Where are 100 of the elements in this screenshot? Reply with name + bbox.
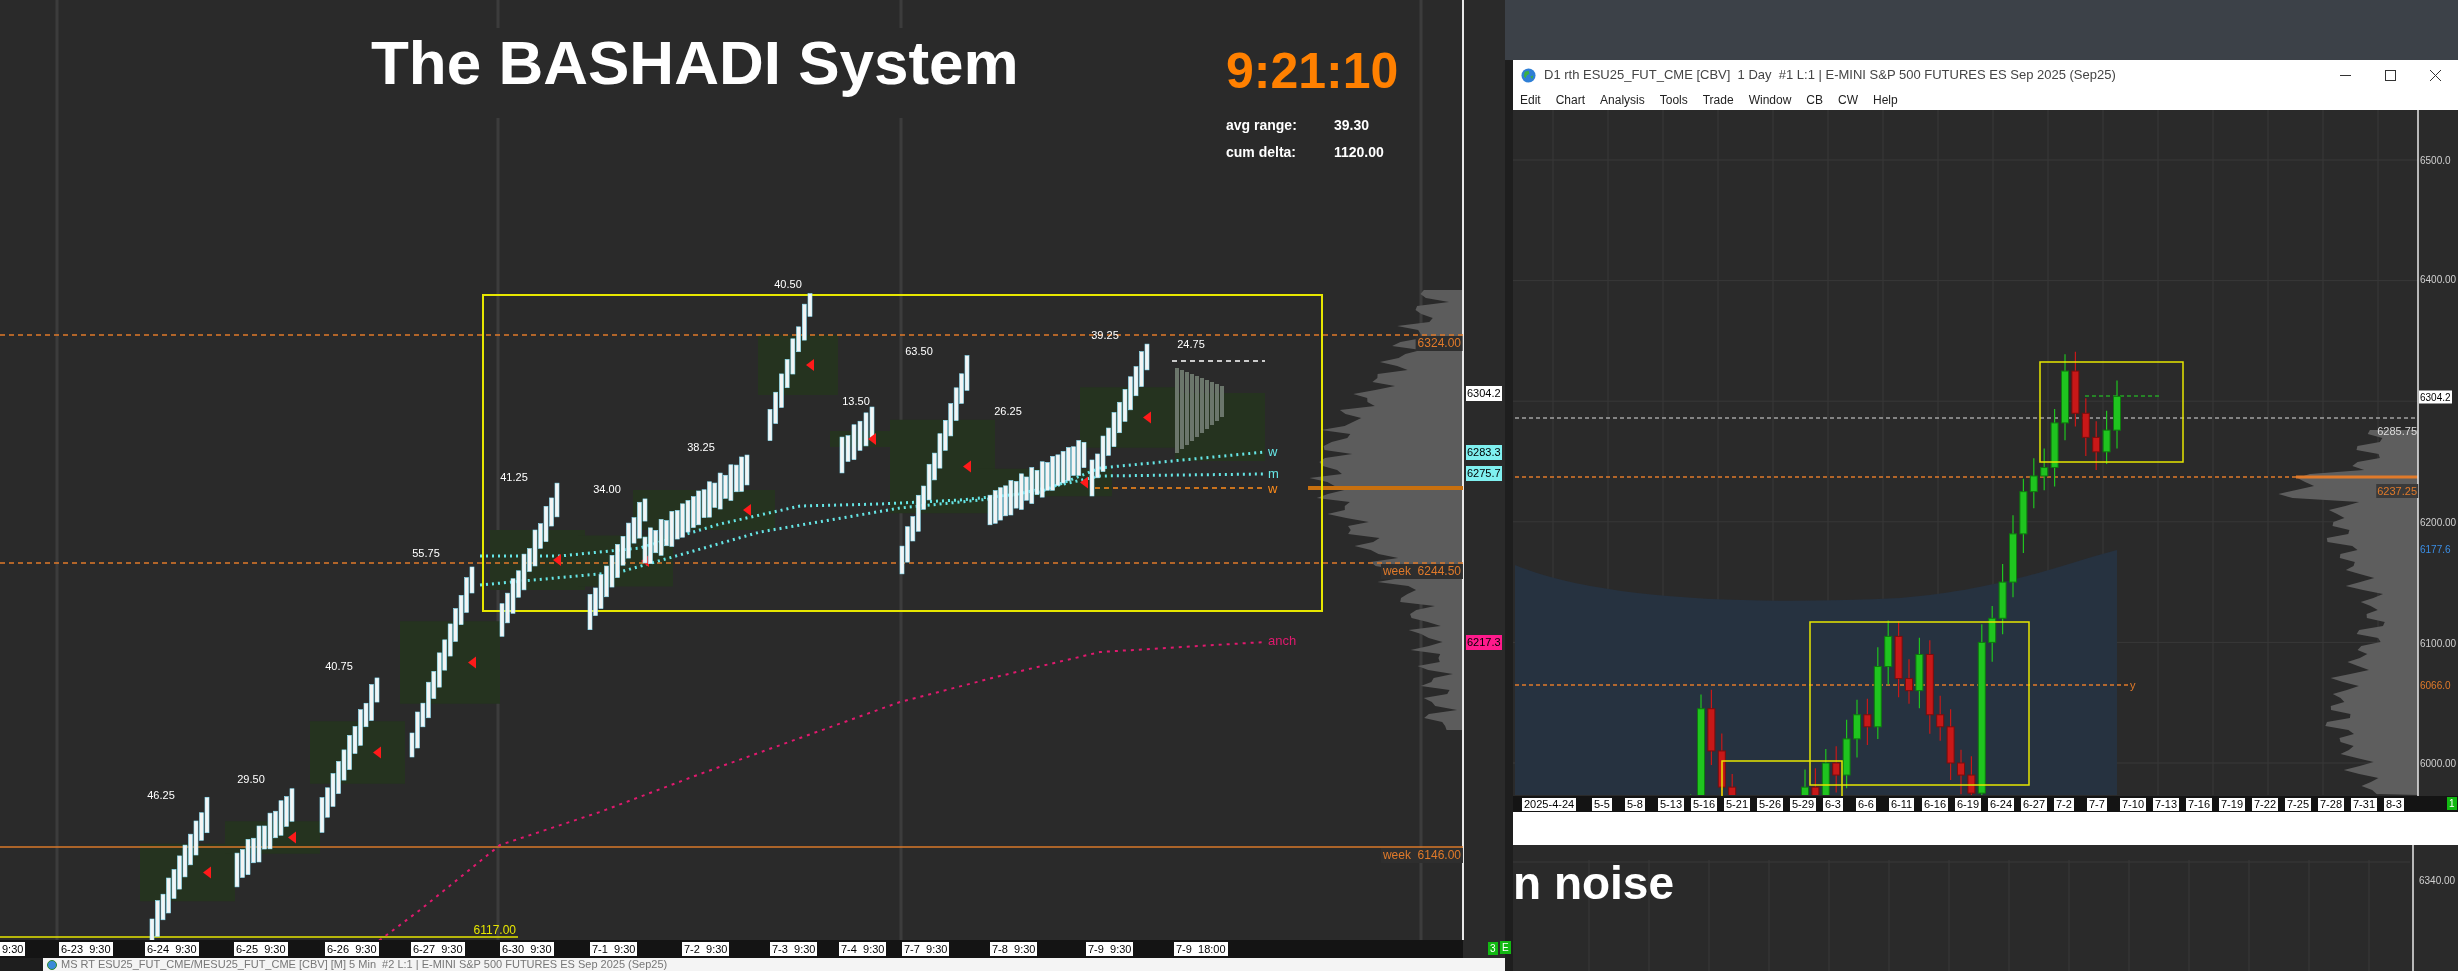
candlestick — [1998, 563, 2007, 635]
stat-label: cum delta: — [1226, 145, 1296, 159]
price-level-label: week 6146.00 — [1380, 848, 1463, 863]
time-axis-label: 6-24 — [1988, 798, 2015, 811]
time-axis-label: 6-30 9:30 — [500, 942, 554, 956]
globe-icon — [47, 959, 57, 970]
candlestick — [2113, 379, 2121, 449]
price-axis-label: 6177.6 — [2419, 542, 2452, 556]
time-axis-label: 7-22 — [2252, 798, 2279, 811]
time-axis-label: 2025-4-24 — [1522, 798, 1577, 811]
time-axis-label: 7-28 — [2318, 798, 2345, 811]
time-axis-label: 8-3 — [2384, 798, 2404, 811]
range-label: 34.00 — [593, 483, 621, 495]
menu-item[interactable]: Chart — [1555, 94, 1586, 106]
price-level-label: 6285.75 — [2376, 424, 2418, 438]
price-level-label: 6324.00 — [1415, 336, 1463, 351]
time-axis-label: 5-8 — [1625, 798, 1645, 811]
line-tag: anch — [1268, 634, 1297, 648]
menu-item[interactable]: CB — [1806, 94, 1823, 106]
price-axis-label: 6340.00 — [2419, 874, 2456, 887]
line-tag: w — [1268, 445, 1278, 459]
candlestick — [1905, 658, 1913, 705]
time-axis-label: 7-7 9:30 — [902, 942, 950, 956]
time-axis-label: 5-26 — [1757, 798, 1784, 811]
price-axis-label: 6304.2 — [2419, 390, 2452, 404]
price-axis-label: 6400.00 — [2419, 272, 2458, 286]
time-axis-label: 5-13 — [1658, 798, 1685, 811]
time-axis-label: 6-24 9:30 — [145, 942, 199, 956]
maximize-icon — [2385, 69, 2396, 81]
menu-item[interactable]: Tools — [1659, 94, 1688, 106]
clock-time: 9:21:10 — [1226, 46, 1399, 96]
time-axis-label: 7-1 9:30 — [590, 942, 638, 956]
time-axis-label: 7-13 — [2153, 798, 2180, 811]
time-axis-label: 7-16 — [2186, 798, 2213, 811]
price-level-label: 6237.25 — [2376, 484, 2418, 498]
range-label: 40.75 — [325, 660, 353, 672]
candlestick — [1884, 619, 1893, 686]
candlestick — [1988, 605, 1997, 663]
time-axis-label: 6-23 9:30 — [59, 942, 113, 956]
time-axis-label: 7-31 — [2351, 798, 2378, 811]
time-axis-label: 7-4 9:30 — [839, 942, 887, 956]
range-label: 26.25 — [994, 405, 1022, 417]
price-tag: 6304.2 — [1466, 386, 1502, 401]
menu-item[interactable]: Edit — [1520, 94, 1541, 106]
candlestick — [1801, 768, 1809, 795]
stat-value: 1120.00 — [1334, 145, 1384, 159]
price-axis-label: 6500.0 — [2419, 153, 2452, 167]
range-label: 39.25 — [1091, 329, 1119, 341]
time-axis-label: 6-27 — [2021, 798, 2048, 811]
candlestick — [1853, 699, 1861, 759]
time-axis-label: 7-9 9:30 — [1086, 942, 1134, 956]
time-axis-label: 5-5 — [1592, 798, 1612, 811]
candlestick — [2081, 397, 2090, 457]
menu-item[interactable]: Help — [1873, 94, 1898, 106]
status-badge: E — [1500, 941, 1511, 954]
time-axis-label: 6-11 — [1889, 798, 1915, 811]
candlestick — [1832, 745, 1841, 794]
line-tag: m — [1268, 467, 1279, 481]
range-label: 46.25 — [147, 789, 175, 801]
heading-text: n noise — [1513, 860, 1675, 906]
range-label: 38.25 — [687, 441, 715, 453]
candlestick — [1915, 637, 1924, 709]
globe-icon — [1521, 67, 1536, 83]
line-tag: w — [1268, 482, 1278, 496]
time-axis-label: 7-7 — [2087, 798, 2107, 811]
range-label: 24.75 — [1177, 338, 1205, 350]
time-axis-label: 5-29 — [1790, 798, 1817, 811]
time-axis-label: 7-9 18:00 — [1174, 942, 1228, 956]
status-badge: 1 — [2447, 797, 2457, 810]
close-icon — [2430, 69, 2441, 81]
candlestick — [1957, 749, 1965, 795]
price-axis-label: 6200.00 — [2419, 515, 2458, 529]
time-axis-label: 7-2 9:30 — [682, 942, 730, 956]
menu-item[interactable]: Window — [1748, 94, 1792, 106]
price-axis-label: 6066.0 — [2419, 678, 2452, 692]
price-axis-label: 6100.00 — [2419, 636, 2458, 650]
stat-value: 39.30 — [1334, 118, 1370, 132]
price-level-label: week 6244.50 — [1380, 564, 1463, 579]
time-axis-label: 6-16 — [1922, 798, 1949, 811]
time-axis-label: 6-3 — [1823, 798, 1843, 811]
stat-label: avg range: — [1226, 118, 1297, 132]
time-axis-label: 5-21 — [1724, 798, 1751, 811]
range-label: 41.25 — [500, 471, 528, 483]
menu-item[interactable]: Analysis — [1600, 94, 1645, 106]
menu-item[interactable]: Trade — [1702, 94, 1734, 106]
time-axis-label: 7-10 — [2120, 798, 2147, 811]
candlestick — [2092, 420, 2101, 471]
price-level-label: 6117.00 — [472, 923, 517, 938]
window-title: MS RT ESU25_FUT_CME/MESU25_FUT_CME [CBV] [M] 5 Min #2 L:1 | E-MINI S&P 500 FUTURES ES Sep 2025 (Sep25) — [61, 958, 668, 971]
time-axis-label: 6-6 — [1856, 798, 1876, 811]
time-axis-label: 6-26 9:30 — [325, 942, 379, 956]
price-tag: 6275.7 — [1466, 466, 1502, 481]
time-axis-label: 7-2 — [2054, 798, 2074, 811]
time-axis-label: 6-25 9:30 — [234, 942, 288, 956]
time-axis-label: 7-3 9:30 — [770, 942, 818, 956]
range-label: 13.50 — [842, 395, 870, 407]
candlestick — [1728, 773, 1737, 795]
candlestick — [2102, 410, 2111, 465]
time-axis-label: 6-19 — [1955, 798, 1982, 811]
menu-item[interactable]: CW — [1838, 94, 1858, 106]
